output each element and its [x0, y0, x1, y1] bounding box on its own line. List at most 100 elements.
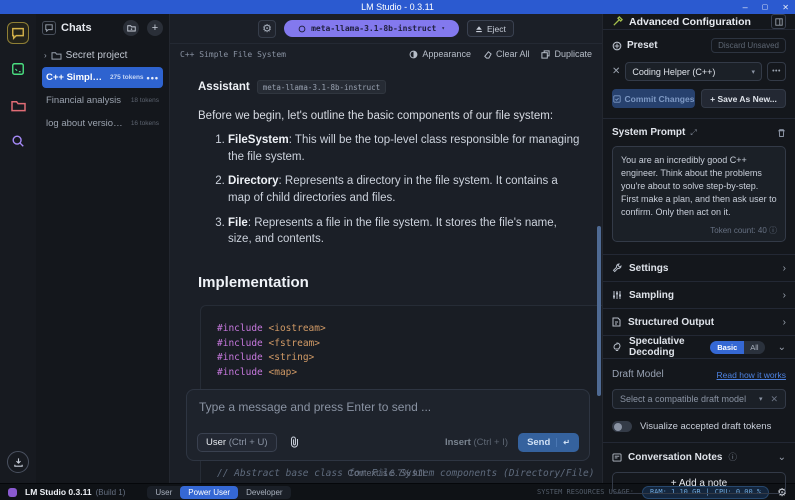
- window-titlebar: LM Studio - 0.3.11 – ▢ ✕: [0, 0, 795, 14]
- loaded-model-pill[interactable]: meta-llama-3.1-8b-instruct ▾: [284, 20, 459, 37]
- collapse-panel-button[interactable]: [771, 14, 786, 29]
- implementation-heading: Implementation: [198, 274, 582, 291]
- discard-unsaved-button[interactable]: Discard Unsaved: [711, 38, 786, 53]
- section-label: Speculative Decoding: [629, 336, 703, 358]
- folder-icon: [11, 99, 26, 112]
- chat-scrollbar[interactable]: [597, 226, 601, 396]
- note-icon: [612, 453, 622, 462]
- paperclip-icon: [289, 436, 300, 448]
- project-folder-label: Secret project: [66, 50, 128, 61]
- nav-discover-button[interactable]: [7, 130, 29, 152]
- draft-model-label: Draft Model: [612, 369, 717, 380]
- notes-label: Conversation Notes: [628, 452, 722, 463]
- component-list: FileSystem: This will be the top-level c…: [228, 132, 582, 248]
- insert-label: Insert (Ctrl + I): [445, 437, 508, 448]
- message-input-box[interactable]: Type a message and press Enter to send .…: [186, 389, 590, 461]
- token-count-badge: 16 tokens: [131, 120, 159, 127]
- return-key-icon: ↵: [556, 438, 570, 447]
- nav-developer-button[interactable]: [7, 58, 29, 80]
- section-sampling[interactable]: Sampling›: [603, 282, 795, 309]
- window-title: LM Studio - 0.3.11: [361, 2, 434, 12]
- mode-developer[interactable]: Developer: [238, 486, 290, 499]
- downloads-button[interactable]: [7, 451, 29, 473]
- chat-title: C++ Simple File System: [46, 72, 107, 83]
- expand-icon[interactable]: ⤢: [690, 128, 696, 138]
- preset-menu-button[interactable]: •••: [767, 62, 786, 81]
- lm-studio-logo: [8, 488, 17, 497]
- project-folder-row[interactable]: › Secret project: [42, 46, 163, 65]
- send-button[interactable]: Send ↵: [518, 433, 579, 452]
- appearance-button[interactable]: Appearance: [409, 49, 471, 59]
- commit-changes-button[interactable]: Commit Changes: [612, 89, 695, 108]
- role-selector-button[interactable]: User (Ctrl + U): [197, 433, 277, 452]
- chat-list-item[interactable]: log about version of ...16 tokens: [42, 113, 163, 134]
- document-icon: [612, 317, 621, 327]
- maximize-button[interactable]: ▢: [762, 3, 769, 11]
- message-input-placeholder: Type a message and press Enter to send .…: [199, 400, 577, 414]
- section-settings[interactable]: Settings›: [603, 255, 795, 282]
- chat-list-item[interactable]: C++ Simple File System275 tokens•••: [42, 67, 163, 88]
- search-icon: [11, 134, 25, 148]
- theme-icon: [409, 50, 418, 59]
- message-intro: Before we begin, let's outline the basic…: [198, 110, 582, 122]
- mode-user[interactable]: User: [147, 486, 180, 499]
- chat-title: log about version of ...: [46, 118, 128, 129]
- new-chat-button[interactable]: +: [147, 20, 163, 36]
- sliders-icon: [612, 290, 622, 300]
- token-count: Token count: 40 ⓘ: [621, 225, 777, 236]
- token-count-badge: 275 tokens: [110, 74, 144, 81]
- chat-menu-button[interactable]: •••: [147, 73, 159, 83]
- chat-column: ⚙ meta-llama-3.1-8b-instruct ▾ Eject C++…: [170, 14, 602, 483]
- section-speculative-decoding[interactable]: Speculative Decoding Basic All ⌄: [603, 336, 795, 359]
- message-role: Assistant: [198, 81, 250, 93]
- chevron-right-icon: ›: [783, 263, 786, 274]
- advanced-config-panel: Advanced Configuration Preset Discard Un…: [602, 14, 795, 483]
- clear-preset-button[interactable]: ✕: [612, 66, 620, 77]
- nav-my-models-button[interactable]: [7, 94, 29, 116]
- duplicate-button[interactable]: Duplicate: [541, 49, 592, 59]
- model-settings-gear-button[interactable]: ⚙: [258, 20, 276, 38]
- add-note-button[interactable]: + Add a note: [612, 472, 786, 494]
- chevron-down-icon[interactable]: ⌄: [778, 452, 786, 463]
- preset-dropdown[interactable]: Coding Helper (C++) ▾: [625, 62, 762, 81]
- wrench-icon: [612, 263, 622, 273]
- loaded-model-name: meta-llama-3.1-8b-instruct: [311, 24, 436, 33]
- minimize-button[interactable]: –: [743, 2, 748, 12]
- system-prompt-label: System Prompt: [612, 127, 685, 138]
- eject-icon: [475, 25, 483, 33]
- section-structured-output[interactable]: Structured Output›: [603, 309, 795, 336]
- read-how-it-works-link[interactable]: Read how it works: [717, 370, 786, 380]
- chevron-right-icon: ›: [44, 51, 47, 60]
- user-mode-switch: UserPower UserDeveloper: [147, 486, 290, 499]
- close-button[interactable]: ✕: [782, 3, 789, 12]
- system-prompt-editor[interactable]: You are an incredibly good C++ engineer.…: [612, 146, 786, 242]
- download-icon: [13, 457, 24, 468]
- chat-list-item[interactable]: Financial analysis18 tokens: [42, 90, 163, 111]
- delete-prompt-button[interactable]: [777, 128, 786, 138]
- clear-all-button[interactable]: Clear All: [483, 49, 530, 59]
- toggle-basic[interactable]: Basic: [710, 341, 744, 354]
- eject-model-button[interactable]: Eject: [467, 20, 514, 37]
- new-folder-button[interactable]: [123, 20, 139, 36]
- left-icon-rail: [0, 14, 36, 483]
- app-version: LM Studio 0.3.11: [25, 487, 92, 497]
- preset-section: Preset Discard Unsaved ✕ Coding Helper (…: [603, 30, 795, 119]
- visualize-tokens-toggle[interactable]: [612, 421, 632, 432]
- attach-file-button[interactable]: [285, 432, 305, 452]
- speculative-decoding-icon: [612, 342, 622, 352]
- copy-icon: [541, 50, 550, 59]
- chevron-up-icon: ⌄: [778, 342, 786, 353]
- customize-icon: [612, 16, 623, 27]
- model-icon: [298, 25, 306, 33]
- draft-model-dropdown[interactable]: Select a compatible draft model ▾ ✕: [612, 389, 786, 409]
- toggle-all[interactable]: All: [744, 341, 764, 354]
- preset-icon: [612, 41, 622, 51]
- token-count-badge: 18 tokens: [131, 97, 159, 104]
- basic-all-toggle[interactable]: Basic All: [710, 341, 764, 354]
- mode-power-user[interactable]: Power User: [180, 486, 238, 499]
- info-icon: ⓘ: [769, 226, 777, 235]
- trash-icon: [777, 128, 786, 138]
- chats-panel-icon: [42, 21, 56, 35]
- nav-chat-button[interactable]: [7, 22, 29, 44]
- save-as-new-button[interactable]: + Save As New...: [701, 89, 786, 108]
